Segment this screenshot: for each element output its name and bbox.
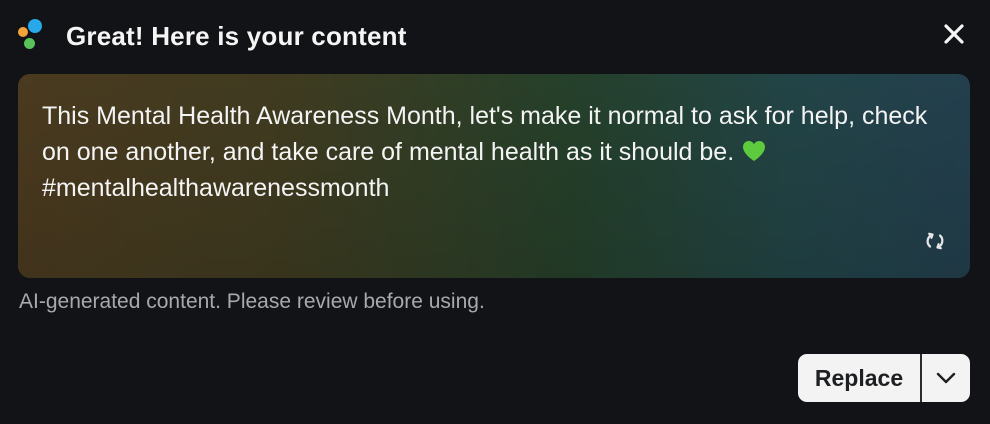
generated-content-text[interactable]: This Mental Health Awareness Month, let'… — [42, 98, 942, 206]
logo-dot-orange — [18, 27, 28, 37]
ai-content-panel: Great! Here is your content This Mental … — [0, 0, 990, 424]
green-heart-icon — [743, 141, 766, 161]
replace-split-button: Replace — [798, 354, 970, 402]
regenerate-icon — [926, 232, 944, 250]
ai-disclaimer: AI-generated content. Please review befo… — [19, 290, 485, 313]
chevron-down-icon — [936, 372, 956, 384]
panel-header: Great! Here is your content — [18, 16, 407, 56]
replace-options-dropdown[interactable] — [922, 354, 970, 402]
logo-dot-blue — [28, 19, 42, 33]
content-text-main: This Mental Health Awareness Month, let'… — [42, 102, 928, 166]
generated-content-box: This Mental Health Awareness Month, let'… — [18, 74, 970, 278]
close-button[interactable] — [938, 18, 970, 50]
regenerate-button[interactable] — [922, 228, 948, 254]
replace-button[interactable]: Replace — [798, 354, 920, 402]
close-icon — [944, 24, 964, 44]
content-hashtag: #mentalhealthawarenessmonth — [42, 174, 390, 202]
app-logo-icon — [18, 19, 52, 53]
panel-title: Great! Here is your content — [66, 20, 407, 51]
logo-dot-green — [24, 38, 35, 49]
